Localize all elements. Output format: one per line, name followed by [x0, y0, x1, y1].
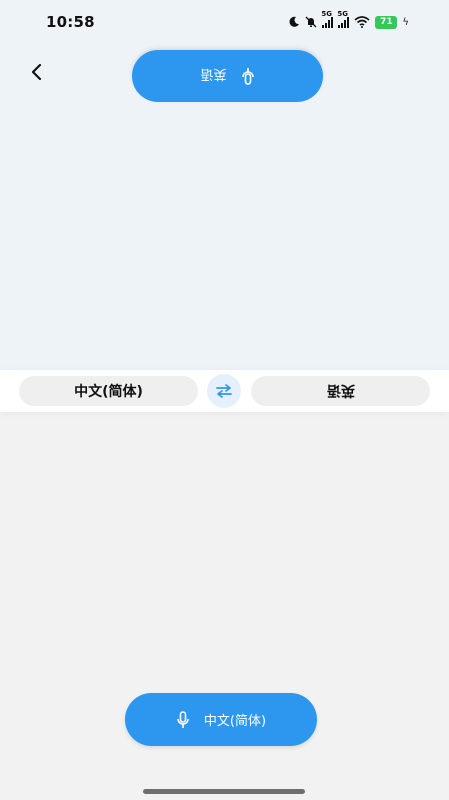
network-type-1: 5G [321, 9, 333, 18]
network-type-2: 5G [337, 9, 349, 18]
back-button[interactable] [22, 58, 50, 86]
cellular-signal-1-icon: 5G [321, 10, 334, 28]
swap-languages-button[interactable] [207, 374, 241, 408]
microphone-icon [177, 710, 189, 728]
microphone-icon [241, 68, 254, 85]
status-time: 10:58 [46, 13, 95, 31]
source-mic-label: 中文(简体) [203, 714, 267, 729]
bell-muted-icon [305, 16, 317, 28]
target-language-selector[interactable]: 英语 [251, 376, 430, 406]
target-mic-button[interactable]: 英语 [132, 50, 323, 102]
target-language-label: 英语 [326, 382, 355, 398]
language-bar: 中文(简体) 英语 [0, 370, 449, 412]
cellular-signal-2-icon: 5G [337, 10, 350, 28]
battery-icon: 71 [375, 15, 398, 29]
home-indicator[interactable] [143, 789, 305, 794]
target-mic-label: 英语 [200, 66, 227, 82]
source-language-selector[interactable]: 中文(简体) [19, 376, 198, 406]
source-language-label: 中文(简体) [74, 384, 143, 400]
wifi-icon [354, 16, 370, 28]
moon-icon [289, 16, 300, 27]
charging-icon: ϟ [402, 16, 409, 28]
status-icons: 5G 5G 71 ϟ [288, 10, 409, 29]
source-mic-button[interactable]: 中文(简体) [125, 693, 317, 746]
battery-level: 71 [380, 17, 393, 27]
back-arrow-icon [31, 63, 42, 81]
status-bar: 10:58 5G 5G 71 ϟ [0, 0, 449, 44]
swap-icon [216, 384, 232, 398]
